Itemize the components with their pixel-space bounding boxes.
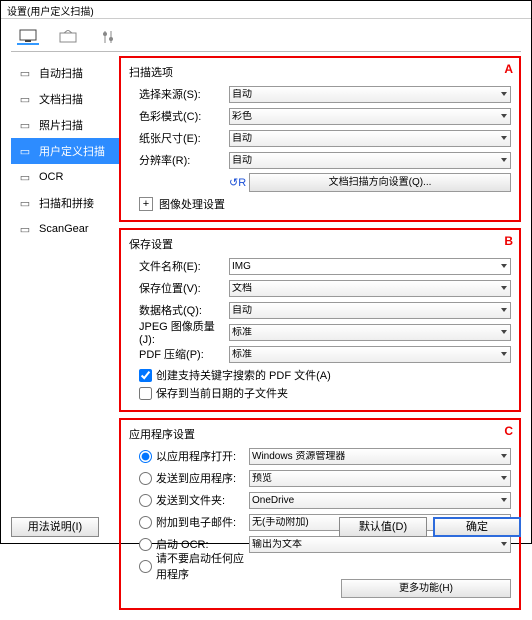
app-settings-panel: C 应用程序设置 以应用程序打开: Windows 资源管理器 发送到应用程序: 预…	[119, 418, 521, 610]
custom-icon: ▭	[17, 145, 33, 157]
ocr-icon: ▭	[17, 171, 33, 183]
tab-cloud-icon[interactable]	[57, 29, 79, 45]
pdf-compress-label: PDF 压缩(P):	[129, 346, 229, 362]
open-with-label: 以应用程序打开:	[156, 448, 236, 464]
image-processing-label: 图像处理设置	[159, 196, 225, 212]
footer: 用法说明(I) 默认值(D) 确定	[11, 517, 521, 537]
start-ocr-select[interactable]: 输出为文本	[249, 536, 511, 553]
sidebar-ocr[interactable]: ▭OCR	[11, 164, 119, 190]
stitch-icon: ▭	[17, 197, 33, 209]
more-functions-button[interactable]: 更多功能(H)	[341, 579, 511, 598]
jpeg-quality-select[interactable]: 标准	[229, 324, 511, 341]
filename-input[interactable]	[229, 258, 511, 275]
data-format-select[interactable]: 自动	[229, 302, 511, 319]
filename-label: 文件名称(E):	[129, 258, 229, 274]
save-subfolder-checkbox[interactable]	[139, 387, 152, 400]
panel-a-label: A	[504, 62, 513, 76]
sidebar-auto-scan[interactable]: ▭自动扫描	[11, 60, 119, 86]
send-folder-select[interactable]: OneDrive	[249, 492, 511, 509]
panel-c-label: C	[504, 424, 513, 438]
save-settings-panel: B 保存设置 文件名称(E): 保存位置(V):文档 数据格式(Q):自动 JP…	[119, 228, 521, 412]
expand-image-processing[interactable]: +	[139, 197, 153, 211]
no-app-radio[interactable]	[139, 560, 152, 573]
save-location-select[interactable]: 文档	[229, 280, 511, 297]
scangear-icon: ▭	[17, 223, 33, 235]
send-app-select[interactable]: 预览	[249, 470, 511, 487]
top-tabbar	[11, 27, 521, 52]
color-mode-label: 色彩模式(C):	[129, 108, 229, 124]
data-format-label: 数据格式(Q):	[129, 302, 229, 318]
tab-monitor-icon[interactable]	[17, 29, 39, 45]
panel-b-label: B	[504, 234, 513, 248]
app-settings-heading: 应用程序设置	[129, 426, 511, 442]
start-ocr-radio[interactable]	[139, 538, 152, 551]
scan-options-panel: A 扫描选项 选择来源(S):自动 色彩模式(C):彩色 纸张尺寸(E):自动 …	[119, 56, 521, 222]
color-mode-select[interactable]: 彩色	[229, 108, 511, 125]
sidebar-scan-stitch[interactable]: ▭扫描和拼接	[11, 190, 119, 216]
save-settings-heading: 保存设置	[129, 236, 511, 252]
tab-tools-icon[interactable]	[97, 29, 119, 45]
document-icon: ▭	[17, 93, 33, 105]
source-label: 选择来源(S):	[129, 86, 229, 102]
scan-options-heading: 扫描选项	[129, 64, 511, 80]
paper-size-select[interactable]: 自动	[229, 130, 511, 147]
ok-button[interactable]: 确定	[433, 517, 521, 537]
open-with-select[interactable]: Windows 资源管理器	[249, 448, 511, 465]
open-with-radio[interactable]	[139, 450, 152, 463]
pdf-keyword-checkbox[interactable]	[139, 369, 152, 382]
sidebar-custom-scan[interactable]: ▭用户定义扫描	[11, 138, 119, 164]
send-app-radio[interactable]	[139, 472, 152, 485]
sidebar-scangear[interactable]: ▭ScanGear	[11, 216, 119, 242]
resolution-label: 分辨率(R):	[129, 152, 229, 168]
rotate-icon[interactable]: ↺R	[229, 176, 249, 189]
send-folder-radio[interactable]	[139, 494, 152, 507]
pdf-keyword-label: 创建支持关键字搜索的 PDF 文件(A)	[156, 367, 331, 383]
sidebar-photo-scan[interactable]: ▭照片扫描	[11, 112, 119, 138]
source-select[interactable]: 自动	[229, 86, 511, 103]
photo-icon: ▭	[17, 119, 33, 131]
pdf-compress-select[interactable]: 标准	[229, 346, 511, 363]
window-title: 设置(用户定义扫描)	[1, 1, 531, 19]
sidebar-doc-scan[interactable]: ▭文档扫描	[11, 86, 119, 112]
resolution-select[interactable]: 自动	[229, 152, 511, 169]
defaults-button[interactable]: 默认值(D)	[339, 517, 427, 537]
no-app-label: 请不要启动任何应用程序	[156, 550, 249, 582]
send-app-label: 发送到应用程序:	[156, 470, 236, 486]
orientation-settings-button[interactable]: 文档扫描方向设置(Q)...	[249, 173, 511, 192]
paper-size-label: 纸张尺寸(E):	[129, 130, 229, 146]
instructions-button[interactable]: 用法说明(I)	[11, 517, 99, 537]
save-subfolder-label: 保存到当前日期的子文件夹	[156, 385, 288, 401]
send-folder-label: 发送到文件夹:	[156, 492, 225, 508]
scanner-icon: ▭	[17, 67, 33, 79]
jpeg-quality-label: JPEG 图像质量(J):	[129, 318, 229, 346]
save-location-label: 保存位置(V):	[129, 280, 229, 296]
